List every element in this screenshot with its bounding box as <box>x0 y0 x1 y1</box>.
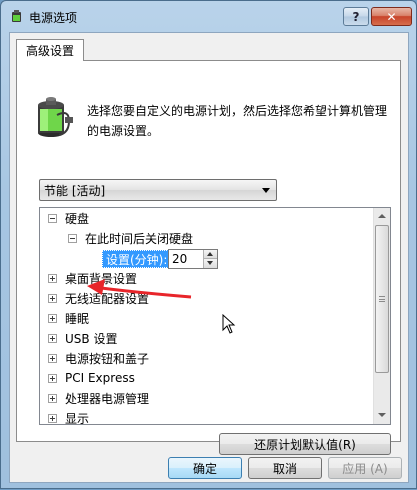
tree-item-harddisk[interactable]: 硬盘 <box>48 208 89 228</box>
tree-item-turn-off-harddisk[interactable]: 在此时间后关闭硬盘 <box>68 228 193 248</box>
tree-item-label: 电源按钮和盖子 <box>65 351 150 366</box>
tree-item-label: PCI Express <box>65 371 135 385</box>
advanced-settings-panel: 选择您要自定义的电源计划，然后选择您希望计算机管理的电源设置。 节能 [活动] … <box>16 60 401 455</box>
close-icon: ✕ <box>386 9 397 24</box>
tree-item-label: 硬盘 <box>65 211 90 226</box>
tree-item-sleep[interactable]: 睡眠 <box>48 308 89 328</box>
expand-icon[interactable] <box>48 333 57 343</box>
ok-button[interactable]: 确定 <box>168 457 242 479</box>
minutes-value: 20 <box>172 252 188 266</box>
tree-item-processor-power[interactable]: 处理器电源管理 <box>48 388 149 408</box>
expand-icon[interactable] <box>48 393 57 403</box>
restore-defaults-button[interactable]: 还原计划默认值(R) <box>219 433 391 455</box>
scroll-down-icon[interactable] <box>374 407 390 424</box>
tree-item-label: USB 设置 <box>65 331 118 346</box>
tree-item-display[interactable]: 显示 <box>48 408 90 425</box>
dialog-client-area: 高级设置 选择您要自定义的电源计划，然后选择您希望计算机管理的电源设置。 节能 … <box>9 32 409 483</box>
expand-icon[interactable] <box>48 293 57 303</box>
tree-item-desktop-background[interactable]: 桌面背景设置 <box>48 268 137 288</box>
collapse-icon[interactable] <box>48 213 57 223</box>
scrollbar-thumb[interactable] <box>375 225 389 373</box>
grip-icon <box>379 296 385 302</box>
spin-up-icon[interactable] <box>204 250 217 259</box>
cancel-button[interactable]: 取消 <box>248 457 322 479</box>
help-button[interactable]: ? <box>343 7 369 26</box>
tree-item-pci-express[interactable]: PCI Express <box>48 368 135 388</box>
apply-button[interactable]: 应用 (A) <box>328 457 402 479</box>
setting-minutes-label: 设置(分钟): <box>102 250 172 268</box>
expand-icon[interactable] <box>48 413 57 423</box>
tree-item-label: 处理器电源管理 <box>65 391 150 406</box>
power-plan-select[interactable]: 节能 [活动] <box>39 179 277 201</box>
expand-icon[interactable] <box>48 373 57 383</box>
power-options-icon <box>12 10 21 22</box>
tab-advanced-settings[interactable]: 高级设置 <box>16 39 84 61</box>
spin-buttons <box>203 250 217 268</box>
tree-item-wireless-adapter[interactable]: 无线适配器设置 <box>48 288 149 308</box>
spin-down-icon[interactable] <box>204 259 217 268</box>
power-options-window: 电源选项 ? ✕ 高级设置 选择您要自定义的电源计划，然后选择您希望计算机管理的… <box>0 0 417 489</box>
collapse-icon[interactable] <box>68 233 77 243</box>
tree-item-label: 桌面背景设置 <box>65 271 138 286</box>
window-title: 电源选项 <box>29 11 78 25</box>
mouse-cursor-icon <box>222 314 236 334</box>
help-icon: ? <box>352 9 360 24</box>
tree-scrollbar[interactable] <box>373 208 390 424</box>
minutes-spinbox[interactable]: 20 <box>168 249 218 269</box>
tree-item-label: 显示 <box>65 411 90 425</box>
title-bar[interactable]: 电源选项 ? ✕ <box>1 1 416 31</box>
tree-item-power-buttons-lid[interactable]: 电源按钮和盖子 <box>48 348 149 368</box>
expand-icon[interactable] <box>48 273 57 283</box>
battery-icon <box>38 97 73 137</box>
chevron-down-icon <box>262 188 270 193</box>
settings-tree[interactable]: 硬盘 在此时间后关闭硬盘 设置(分钟): 20 桌面背景设置 无线适配器设置 睡… <box>39 207 391 425</box>
description-text: 选择您要自定义的电源计划，然后选择您希望计算机管理的电源设置。 <box>87 104 388 138</box>
close-button[interactable]: ✕ <box>371 7 412 26</box>
scroll-up-icon[interactable] <box>374 208 390 225</box>
tree-item-usb[interactable]: USB 设置 <box>48 328 117 348</box>
power-plan-value: 节能 [活动] <box>44 183 106 198</box>
tree-item-label: 睡眠 <box>65 311 90 326</box>
tree-item-label: 在此时间后关闭硬盘 <box>85 231 194 246</box>
expand-icon[interactable] <box>48 353 57 363</box>
expand-icon[interactable] <box>48 313 57 323</box>
tree-item-label: 无线适配器设置 <box>65 291 150 306</box>
